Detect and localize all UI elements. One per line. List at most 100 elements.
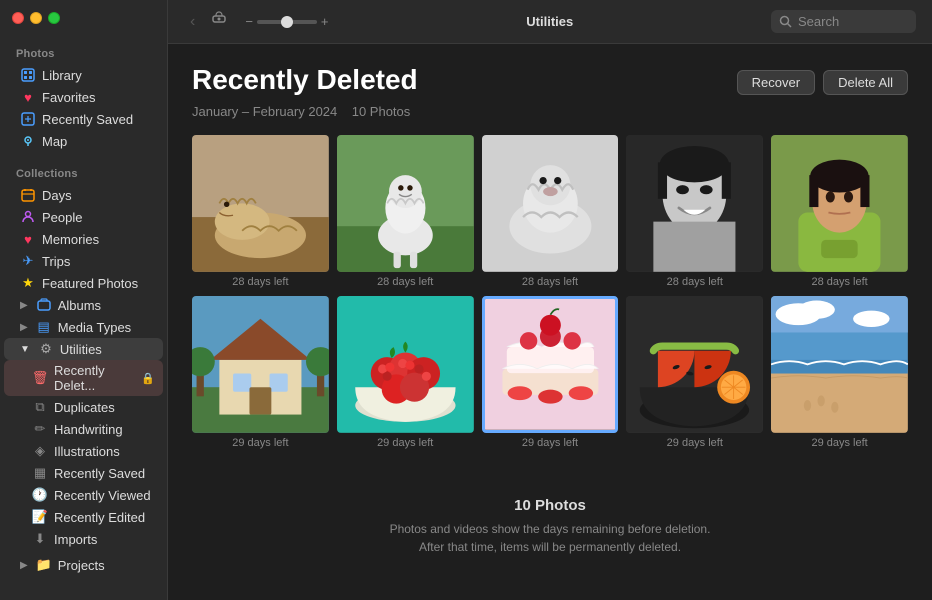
bottom-line1: Photos and videos show the days remainin… [192, 520, 908, 538]
photo-thumb-8[interactable] [482, 296, 619, 433]
sidebar-item-recently-viewed[interactable]: 🕐 Recently Viewed [4, 484, 163, 506]
nav-buttons: ‹ [184, 7, 233, 36]
sidebar-item-memories[interactable]: ♥ Memories [4, 228, 163, 250]
sidebar-item-media-types[interactable]: ▶ ▤ Media Types [4, 316, 163, 338]
action-buttons: Recover Delete All [737, 70, 908, 95]
albums-chevron: ▶ [20, 300, 28, 311]
sidebar-item-days[interactable]: Days [4, 184, 163, 206]
photo-label-4: 28 days left [626, 276, 763, 288]
maximize-button[interactable] [48, 12, 60, 24]
date-range: January – February 2024 [192, 104, 337, 119]
sidebar-label-recently-saved-sub: Recently Saved [54, 466, 145, 481]
duplicates-icon: ⧉ [32, 399, 48, 415]
sidebar-item-trips[interactable]: ✈ Trips [4, 250, 163, 272]
days-icon [20, 187, 36, 203]
sidebar-label-library: Library [42, 68, 82, 83]
photo-cell-6[interactable]: 29 days left [192, 296, 329, 449]
content-header: Recently Deleted Recover Delete All [192, 64, 908, 96]
favorites-icon: ♥ [20, 89, 36, 105]
toolbar: ‹ − + Utilities [168, 0, 932, 44]
sidebar-label-recently-viewed: Recently Viewed [54, 488, 151, 503]
library-icon [20, 67, 36, 83]
photo-thumb-6[interactable] [192, 296, 329, 433]
photo-thumb-10[interactable] [771, 296, 908, 433]
sidebar-item-duplicates[interactable]: ⧉ Duplicates [4, 396, 163, 418]
sidebar-label-map: Map [42, 134, 67, 149]
zoom-minus-label: − [245, 14, 253, 29]
sidebar-label-favorites: Favorites [42, 90, 95, 105]
sidebar-item-people[interactable]: People [4, 206, 163, 228]
sidebar-label-projects: Projects [58, 558, 105, 573]
bottom-line2: After that time, items will be permanent… [192, 538, 908, 556]
sidebar-item-map[interactable]: Map [4, 130, 163, 152]
photos-section-label: Photos [0, 40, 167, 64]
photo-cell-9[interactable]: 29 days left [626, 296, 763, 449]
photo-thumb-2[interactable] [337, 135, 474, 272]
trips-icon: ✈ [20, 253, 36, 269]
back-button[interactable]: ‹ [184, 9, 201, 35]
photo-thumb-7[interactable] [337, 296, 474, 433]
photo-cell-5[interactable]: 28 days left [771, 135, 908, 288]
photo-label-6: 29 days left [192, 437, 329, 449]
photo-thumb-5[interactable] [771, 135, 908, 272]
sidebar-item-featured-photos[interactable]: ★ Featured Photos [4, 272, 163, 294]
sidebar-item-handwriting[interactable]: ✏ Handwriting [4, 418, 163, 440]
forward-button[interactable] [205, 7, 233, 36]
search-bar [771, 10, 916, 33]
sidebar-item-illustrations[interactable]: ◈ Illustrations [4, 440, 163, 462]
featured-icon: ★ [20, 275, 36, 291]
sidebar-label-memories: Memories [42, 232, 99, 247]
photo-thumb-9[interactable] [626, 296, 763, 433]
photo-label-8: 29 days left [482, 437, 619, 449]
photo-thumb-3[interactable] [482, 135, 619, 272]
photo-thumb-4[interactable] [626, 135, 763, 272]
photo-cell-1[interactable]: 28 days left [192, 135, 329, 288]
sidebar-item-imports[interactable]: ⬇ Imports [4, 528, 163, 550]
projects-icon: 📁 [36, 557, 52, 573]
delete-all-button[interactable]: Delete All [823, 70, 908, 95]
photo-cell-10[interactable]: 29 days left [771, 296, 908, 449]
app-window: Photos Library ♥ Favorites Recently Save… [0, 0, 932, 600]
photo-cell-4[interactable]: 28 days left [626, 135, 763, 288]
zoom-slider[interactable] [257, 20, 317, 24]
sidebar-label-utilities: Utilities [60, 342, 102, 357]
content-area: Recently Deleted Recover Delete All Janu… [168, 44, 932, 600]
content-subtitle: January – February 2024 10 Photos [192, 104, 908, 119]
sidebar-item-library[interactable]: Library [4, 64, 163, 86]
sidebar-item-albums[interactable]: ▶ Albums [4, 294, 163, 316]
photo-label-2: 28 days left [337, 276, 474, 288]
sidebar-label-illustrations: Illustrations [54, 444, 120, 459]
zoom-control: − + [245, 14, 328, 29]
photo-label-1: 28 days left [192, 276, 329, 288]
media-types-icon: ▤ [36, 319, 52, 335]
map-icon [20, 133, 36, 149]
close-button[interactable] [12, 12, 24, 24]
photo-label-9: 29 days left [626, 437, 763, 449]
sidebar-label-media-types: Media Types [58, 320, 131, 335]
sidebar-label-people: People [42, 210, 82, 225]
handwriting-icon: ✏ [32, 421, 48, 437]
sidebar-item-favorites[interactable]: ♥ Favorites [4, 86, 163, 108]
photo-cell-2[interactable]: 28 days left [337, 135, 474, 288]
recover-button[interactable]: Recover [737, 70, 815, 95]
photo-cell-3[interactable]: 28 days left [482, 135, 619, 288]
photo-cell-7[interactable]: 29 days left [337, 296, 474, 449]
sidebar-item-projects[interactable]: ▶ 📁 Projects [4, 554, 163, 576]
sidebar-item-recently-saved[interactable]: Recently Saved [4, 108, 163, 130]
recently-saved-icon [20, 111, 36, 127]
sidebar-item-recently-edited[interactable]: 📝 Recently Edited [4, 506, 163, 528]
illustrations-icon: ◈ [32, 443, 48, 459]
sidebar-item-recently-saved-sub[interactable]: ▦ Recently Saved [4, 462, 163, 484]
photo-cell-8[interactable]: 29 days left [482, 296, 619, 449]
search-input[interactable] [798, 14, 908, 29]
sidebar-item-recently-deleted[interactable]: 🗑 Recently Delet... 🔒 [4, 360, 163, 396]
lock-icon: 🔒 [141, 372, 155, 385]
sidebar-label-featured: Featured Photos [42, 276, 138, 291]
minimize-button[interactable] [30, 12, 42, 24]
photo-thumb-1[interactable] [192, 135, 329, 272]
photo-grid: 28 days left [192, 135, 908, 449]
sidebar-label-trips: Trips [42, 254, 70, 269]
bottom-count: 10 Photos [192, 497, 908, 514]
sidebar-item-utilities[interactable]: ▼ ⚙ Utilities [4, 338, 163, 360]
zoom-plus-label: + [321, 14, 329, 29]
